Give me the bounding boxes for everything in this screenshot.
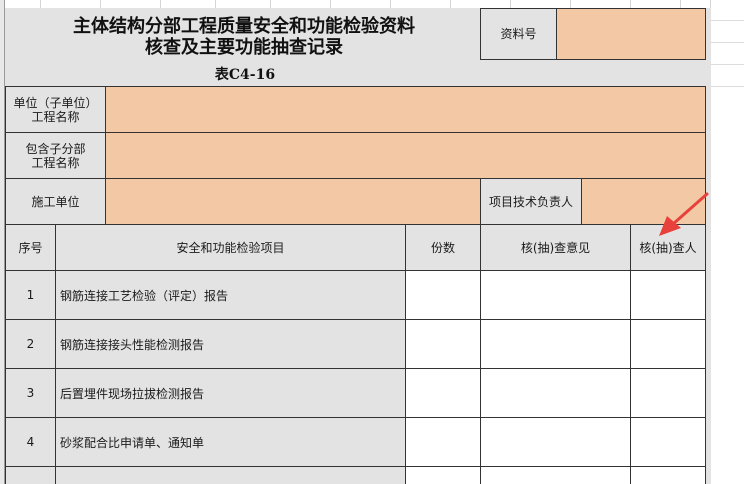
sheet-cell[interactable] [160, 0, 216, 8]
row-item: 后置埋件现场拉拔检测报告 [55, 368, 406, 418]
form-code: 表C4-16 [214, 67, 276, 83]
red-annotation-arrow-icon [659, 192, 709, 236]
row-checker-cell[interactable] [630, 368, 706, 418]
contractor-label: 施工单位 [5, 178, 106, 225]
doc-no-value[interactable] [556, 8, 706, 60]
sheet-cell[interactable] [390, 0, 451, 8]
sheet-cell[interactable] [570, 0, 631, 8]
tech-lead-label: 项目技术负责人 [480, 178, 582, 225]
row-item: 砂浆配合比申请单、通知单 [55, 417, 406, 467]
sheet-cell[interactable] [711, 43, 744, 65]
sheet-cell[interactable] [680, 0, 711, 8]
sheet-cell[interactable] [0, 0, 41, 8]
header-opinion: 核(抽)查意见 [480, 224, 631, 271]
sheet-cell[interactable] [630, 0, 681, 8]
row-opinion-cell[interactable] [480, 466, 631, 484]
row-item: 钢筋连接接头性能检测报告 [55, 319, 406, 369]
row-opinion-cell[interactable] [480, 417, 631, 467]
row-copies-cell[interactable] [405, 466, 481, 484]
row-checker-cell[interactable] [630, 417, 706, 467]
row-seq: 2 [5, 319, 56, 369]
row-copies-cell[interactable] [405, 417, 481, 467]
sheet-cell[interactable] [40, 0, 101, 8]
sheet-cell[interactable] [711, 65, 744, 87]
header-copies: 份数 [405, 224, 481, 271]
row-seq [5, 466, 56, 484]
sheet-cell[interactable] [215, 0, 271, 8]
form-title-line2: 核查及主要功能抽查记录 [145, 37, 343, 58]
unit-project-name-label: 单位（子单位） 工程名称 [5, 86, 106, 133]
unit-project-name-field[interactable] [105, 86, 706, 133]
row-copies-cell[interactable] [405, 319, 481, 369]
row-checker-cell[interactable] [630, 466, 706, 484]
row-item [55, 466, 406, 484]
sheet-column-strip [0, 0, 744, 8]
sheet-right-strip [711, 0, 744, 484]
sheet-cell[interactable] [100, 0, 161, 8]
header-item: 安全和功能检验项目 [55, 224, 406, 271]
sheet-cell[interactable] [450, 0, 511, 8]
row-item: 钢筋连接工艺检验（评定）报告 [55, 270, 406, 320]
doc-no-label: 资料号 [480, 8, 557, 60]
row-copies-cell[interactable] [405, 270, 481, 320]
row-checker-cell[interactable] [630, 319, 706, 369]
row-opinion-cell[interactable] [480, 319, 631, 369]
row-opinion-cell[interactable] [480, 270, 631, 320]
subunit-project-name-label: 包含子分部 工程名称 [5, 132, 106, 179]
sheet-cell[interactable] [711, 21, 744, 43]
sheet-cell[interactable] [270, 0, 331, 8]
row-copies-cell[interactable] [405, 368, 481, 418]
sheet-cell[interactable] [711, 0, 744, 21]
row-seq: 3 [5, 368, 56, 418]
row-opinion-cell[interactable] [480, 368, 631, 418]
row-seq: 1 [5, 270, 56, 320]
subunit-project-name-field[interactable] [105, 132, 706, 179]
contractor-field[interactable] [105, 178, 481, 225]
sheet-cell[interactable] [330, 0, 391, 8]
header-seq: 序号 [5, 224, 56, 271]
sheet-cell[interactable] [510, 0, 571, 8]
row-checker-cell[interactable] [630, 270, 706, 320]
row-seq: 4 [5, 417, 56, 467]
